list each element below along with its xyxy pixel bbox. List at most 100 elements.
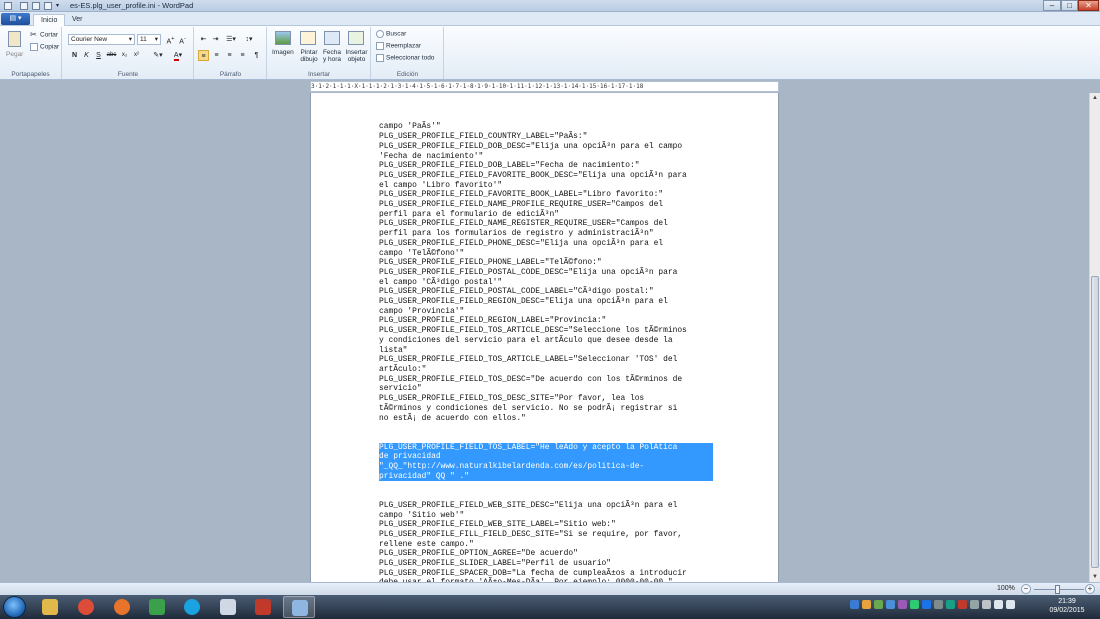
close-button[interactable]: ✕ — [1078, 0, 1099, 11]
undo-icon[interactable] — [32, 2, 40, 10]
taskbar-explorer-button[interactable] — [34, 596, 66, 618]
clock-date: 09/02/2015 — [1049, 607, 1085, 614]
tray-icon[interactable] — [934, 600, 943, 609]
text-line: PLG_USER_PROFILE_FIELD_TOS_ARTICLE_LABEL… — [379, 355, 678, 365]
highlighter-icon: ✎ — [153, 52, 160, 59]
clipboard-group: Pegar ✂ Cortar Copiar Portapapeles — [0, 27, 62, 79]
font-size-select[interactable]: 11 ▾ — [137, 34, 161, 45]
selected-text-block: PLG_USER_PROFILE_FIELD_TOS_LABEL="He leÃ… — [379, 442, 713, 482]
justify-icon[interactable]: ≡ — [237, 50, 248, 61]
grow-font-button[interactable]: A+ — [165, 34, 176, 45]
wordpad-icon — [292, 600, 308, 616]
strikethrough-button[interactable]: abc — [106, 50, 117, 61]
paint-icon[interactable] — [300, 31, 316, 45]
text-line: PLG_USER_PROFILE_FIELD_NAME_PROFILE_REQU… — [379, 200, 664, 210]
taskbar-chrome-button[interactable] — [70, 596, 102, 618]
text-line: PLG_USER_PROFILE_FILL_FIELD_DESC_SITE="S… — [379, 529, 683, 539]
vertical-scrollbar[interactable]: ▲ ▼ — [1089, 93, 1100, 582]
scroll-down-icon[interactable]: ▼ — [1090, 572, 1100, 582]
shrink-font-button[interactable]: A- — [177, 34, 188, 45]
font-group: Courier New ▾ 11 ▾ A+ A- N K S abc x₂ x² ✎… — [63, 27, 194, 79]
paste-button[interactable]: Pegar — [6, 51, 23, 58]
text-line: PLG_USER_PROFILE_FIELD_DOB_DESC="Elija u… — [379, 141, 683, 151]
increase-indent-icon[interactable]: ⇥ — [210, 34, 221, 45]
tray-icon[interactable] — [886, 600, 895, 609]
paint-drawing-button[interactable]: Pintar dibujo — [298, 49, 320, 63]
insert-object-icon[interactable] — [348, 31, 364, 45]
clock[interactable]: 21:39 09/02/2015 — [1040, 597, 1094, 615]
date-time-button[interactable]: Fecha y hora — [321, 49, 343, 63]
image-button[interactable]: Imagen — [272, 49, 294, 56]
superscript-button[interactable]: x² — [131, 50, 142, 61]
copy-icon — [30, 43, 38, 51]
zoom-slider-thumb[interactable] — [1055, 585, 1060, 594]
tray-icon[interactable] — [994, 600, 1003, 609]
customize-toolbar-icon[interactable]: ▾ — [56, 2, 62, 10]
taskbar-filezilla-button[interactable] — [247, 596, 279, 618]
app-menu-button[interactable]: ▤ ▾ — [1, 13, 30, 25]
image-icon[interactable] — [275, 31, 291, 45]
tray-icon[interactable] — [922, 600, 931, 609]
taskbar-network-button[interactable] — [141, 596, 173, 618]
italic-button[interactable]: K — [81, 50, 92, 61]
align-right-icon[interactable]: ≡ — [224, 50, 235, 61]
zoom-in-button[interactable]: + — [1085, 584, 1095, 594]
selected-text-line: privacidad" QQ " ." — [379, 471, 713, 482]
align-center-icon[interactable]: ≡ — [211, 50, 222, 61]
copy-button[interactable]: Copiar — [30, 43, 59, 51]
taskbar-wordpad-button[interactable] — [283, 596, 315, 618]
tray-icon[interactable] — [898, 600, 907, 609]
highlight-color-button[interactable]: ✎▾ — [149, 50, 167, 61]
save-icon[interactable] — [20, 2, 28, 10]
align-left-icon[interactable]: ≡ — [198, 50, 209, 61]
zoom-out-button[interactable]: − — [1021, 584, 1031, 594]
text-line: artÃculo:" — [379, 364, 427, 374]
redo-icon[interactable] — [44, 2, 52, 10]
font-color-button[interactable]: A▾ — [169, 50, 187, 61]
replace-button[interactable]: Reemplazar — [376, 42, 421, 50]
bullet-list-icon[interactable]: ☰▾ — [224, 34, 238, 45]
paragraph-settings-icon[interactable]: ¶ — [251, 50, 262, 61]
edit-group: Buscar Reemplazar Seleccionar todo Edici… — [372, 27, 444, 79]
app-icon[interactable] — [4, 2, 12, 10]
minimize-button[interactable]: – — [1043, 0, 1061, 11]
tray-icon[interactable] — [970, 600, 979, 609]
text-line: el campo 'Libro favorito'" — [379, 180, 503, 190]
text-line: PLG_USER_PROFILE_FIELD_REGION_LABEL="Pro… — [379, 316, 607, 326]
font-family-select[interactable]: Courier New ▾ — [68, 34, 135, 45]
subscript-button[interactable]: x₂ — [119, 50, 130, 61]
taskbar-app-window-button[interactable] — [212, 596, 244, 618]
bold-button[interactable]: N — [69, 50, 80, 61]
text-line: PLG_USER_PROFILE_FIELD_FAVORITE_BOOK_DES… — [379, 170, 687, 180]
scroll-up-icon[interactable]: ▲ — [1090, 93, 1100, 103]
insert-object-button[interactable]: Insertar objeto — [344, 49, 369, 63]
maximize-button[interactable]: □ — [1061, 0, 1078, 11]
tray-icon[interactable] — [982, 600, 991, 609]
taskbar-skype-button[interactable] — [176, 596, 208, 618]
tray-icon[interactable] — [862, 600, 871, 609]
text-line: PLG_USER_PROFILE_FIELD_COUNTRY_LABEL="Pa… — [379, 132, 588, 142]
cut-button[interactable]: ✂ Cortar — [30, 31, 58, 39]
underline-button[interactable]: S — [93, 50, 104, 61]
ruler[interactable]: 3·1·2·1·1·1·X·1·1·1·2·1·3·1·4·1·5·1·6·1·… — [310, 81, 779, 92]
decrease-indent-icon[interactable]: ⇤ — [198, 34, 209, 45]
text-line: PLG_USER_PROFILE_SPACER_DOB="La fecha de… — [379, 568, 687, 578]
tray-icon[interactable] — [910, 600, 919, 609]
taskbar-firefox-button[interactable] — [106, 596, 138, 618]
tray-icon[interactable] — [946, 600, 955, 609]
text-line: PLG_USER_PROFILE_FIELD_TOS_ARTICLE_DESC=… — [379, 326, 687, 336]
text-line: PLG_USER_PROFILE_FIELD_PHONE_DESC="Elija… — [379, 238, 664, 248]
scrollbar-thumb[interactable] — [1091, 276, 1099, 568]
tray-icon[interactable] — [850, 600, 859, 609]
line-spacing-icon[interactable]: ↕▾ — [242, 34, 256, 45]
find-button[interactable]: Buscar — [376, 30, 406, 38]
text-line: PLG_USER_PROFILE_FIELD_FAVORITE_BOOK_LAB… — [379, 190, 664, 200]
paste-icon[interactable] — [8, 31, 21, 47]
tray-icon[interactable] — [1006, 600, 1015, 609]
calendar-icon[interactable] — [324, 31, 340, 45]
select-all-button[interactable]: Seleccionar todo — [376, 54, 434, 62]
tray-icon[interactable] — [874, 600, 883, 609]
start-button[interactable] — [3, 596, 26, 618]
document-text[interactable]: campo 'PaÃs'" PLG_USER_PROFILE_FIELD_COUN… — [379, 103, 713, 608]
tray-icon[interactable] — [958, 600, 967, 609]
